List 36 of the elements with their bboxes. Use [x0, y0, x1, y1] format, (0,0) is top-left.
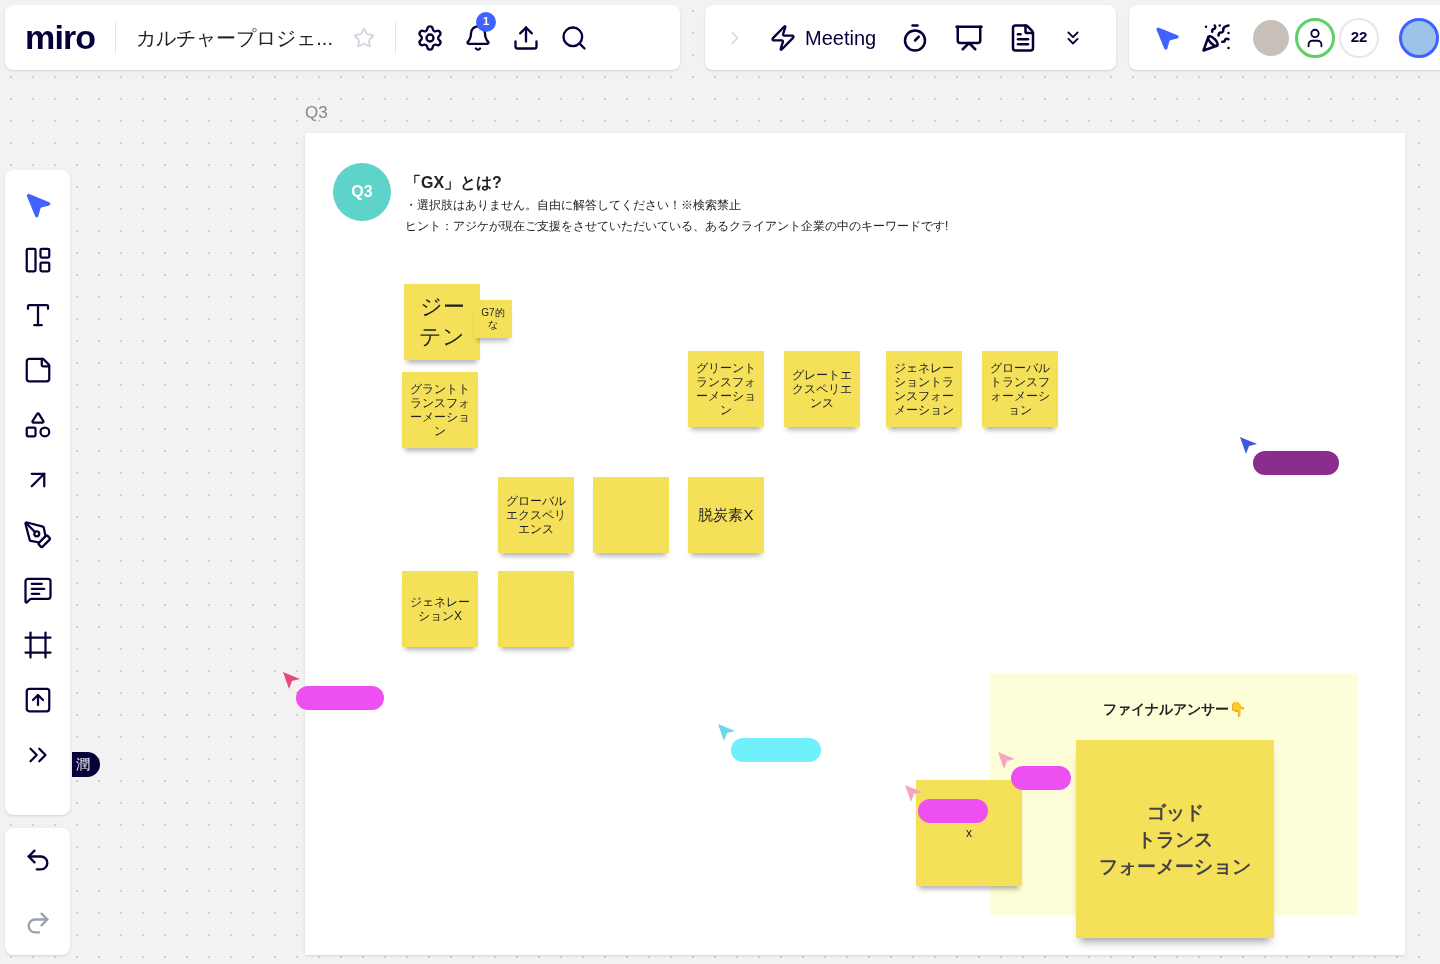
question-badge: Q3 — [333, 163, 391, 221]
pen-icon[interactable] — [22, 520, 53, 550]
lightning-icon — [769, 23, 797, 52]
sticky-note[interactable]: ジェネレーショントランスフォーメーション — [886, 351, 962, 427]
frame-label: Q3 — [305, 102, 328, 124]
sticky-note[interactable]: グレートエクスペリエンス — [784, 351, 860, 427]
star-icon[interactable] — [352, 26, 375, 49]
board-title[interactable]: カルチャープロジェ... — [136, 22, 333, 53]
final-answer-title: ファイナルアンサー👇 — [1101, 700, 1247, 719]
avatar[interactable] — [1295, 17, 1335, 58]
search-icon[interactable] — [559, 23, 588, 52]
sticky-note[interactable]: グラントトランスフォーメーション — [402, 372, 478, 448]
upload-icon[interactable] — [511, 23, 540, 52]
miro-logo[interactable]: miro — [25, 12, 96, 63]
redaction-mark — [1011, 766, 1071, 790]
user-name-tag: 潤 — [72, 752, 100, 777]
notification-icon[interactable] — [463, 23, 492, 52]
redaction-mark — [918, 799, 988, 823]
question-title: 「GX」とは? — [405, 173, 503, 193]
comment-icon[interactable] — [22, 575, 53, 605]
sticky-note[interactable]: グローバルトランスフォーメーション — [982, 351, 1058, 427]
sticky-note[interactable]: G7的な — [474, 300, 512, 338]
sticky-note[interactable]: ジー テン — [404, 284, 480, 360]
sticky-note[interactable]: 脱炭素X — [688, 477, 764, 553]
sticky-note[interactable]: ジェネレーションX — [402, 571, 478, 647]
question-text: ヒント：アジケが現在ご支援をさせていただいている、あるクライアント企業の中のキーワードです! — [405, 218, 949, 235]
sticky-note[interactable]: グローバルエクスペリエンス — [498, 477, 574, 553]
party-popper-icon[interactable] — [1201, 22, 1231, 53]
question-text: ・選択肢はありません。自由に解答してください！※検索禁止 — [405, 197, 742, 214]
sticky-note[interactable]: グリーントランスフォーメーション — [688, 351, 764, 427]
frame-icon[interactable] — [22, 630, 53, 660]
meeting-button[interactable]: Meeting — [769, 22, 877, 53]
sticky-note[interactable]: ゴッド トランス フォーメーション — [1076, 740, 1274, 938]
collaborator-count[interactable]: 22 — [1339, 17, 1379, 58]
settings-icon[interactable] — [415, 23, 444, 52]
notification-badge: 1 — [475, 11, 496, 32]
